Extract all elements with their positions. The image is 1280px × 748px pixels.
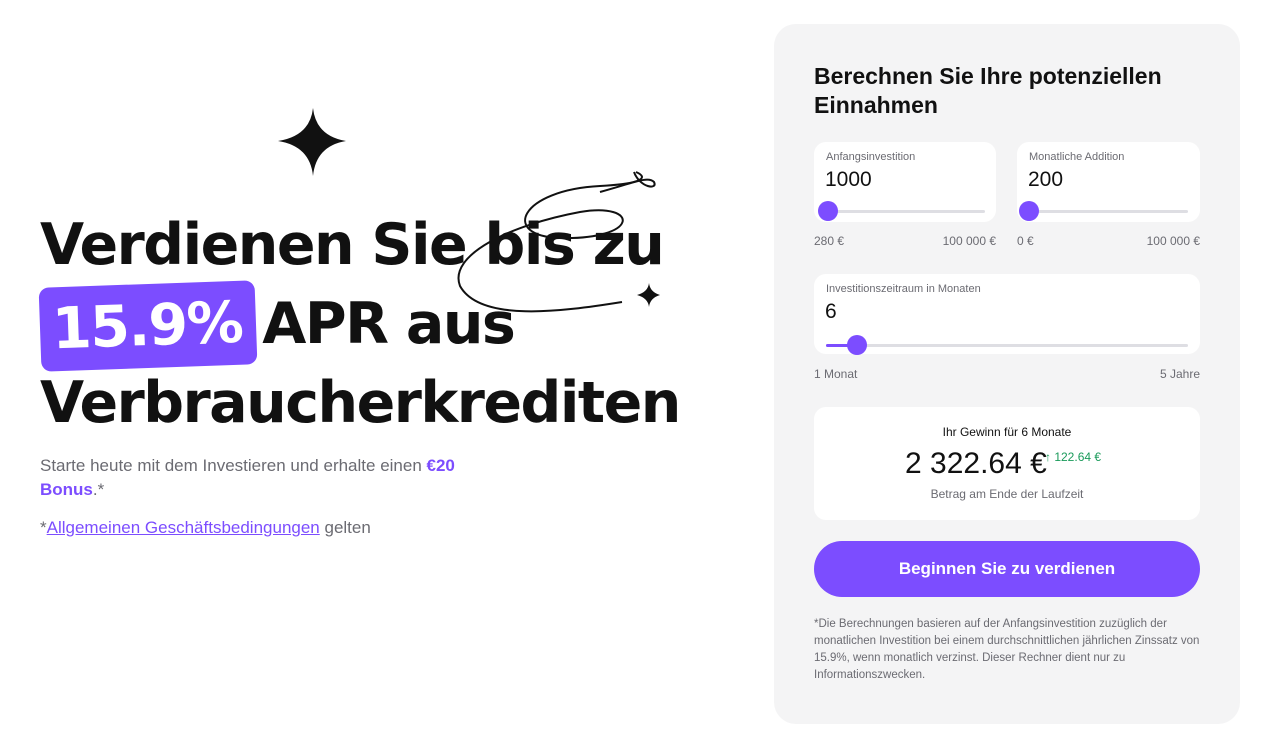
hero-headline: Verdienen Sie bis zu 15.9% APR aus Verbra… [38,208,681,440]
initial-investment-slider[interactable] [817,201,985,221]
headline-line-3: Verbraucherkrediten [40,370,681,436]
hero-section: Verdienen Sie bis zu 15.9% APR aus Verbra… [38,0,740,748]
headline-line-2-text: APR aus [262,291,516,357]
monthly-addition-value[interactable]: 200 [1028,168,1063,192]
calculator-disclaimer: *Die Berechnungen basieren auf der Anfan… [814,618,1200,681]
monthly-addition-field[interactable]: Monatliche Addition 200 [1017,142,1200,222]
period-value[interactable]: 6 [825,300,837,324]
headline-line-2: 15.9% APR aus [38,280,680,372]
calculator-panel: Berechnen Sie Ihre potenziellen Einnahme… [774,24,1240,724]
calculator-title: Berechnen Sie Ihre potenziellen Einnahme… [814,63,1162,118]
swirl-line [599,171,656,193]
terms-suffix: gelten [319,518,371,537]
period-slider-thumb[interactable] [846,335,867,355]
initial-investment-slider-thumb[interactable] [817,201,838,221]
initial-investment-min: 280 € [814,234,845,248]
hero-subtext: Starte heute mit dem Investieren und erh… [40,454,510,502]
terms-link[interactable]: Allgemeinen Geschäftsbedingungen [47,518,320,537]
monthly-addition-min: 0 € [1017,234,1034,248]
monthly-addition-max: 100 000 € [1146,234,1200,248]
initial-investment-value[interactable]: 1000 [825,168,872,192]
terms-prefix: * [40,518,47,537]
period-slider[interactable] [826,335,1188,355]
initial-investment-max: 100 000 € [942,234,996,248]
result-amount: 2 322.64 € [905,447,1047,480]
monthly-addition-label: Monatliche Addition [1029,151,1125,163]
initial-investment-field[interactable]: Anfangsinvestition 1000 [814,142,996,222]
period-max: 5 Jahre [1159,367,1200,381]
sparkle-icon [278,108,346,176]
result-card: Ihr Gewinn für 6 Monate 2 322.64 € ↑ 122… [814,407,1200,520]
period-min: 1 Monat [814,367,858,381]
headline-line-1: Verdienen Sie bis zu [40,212,665,278]
result-title: Ihr Gewinn für 6 Monate [942,425,1072,439]
result-gain: ↑ 122.64 € [1045,450,1102,464]
period-label: Investitionszeitraum in Monaten [826,283,981,295]
monthly-addition-slider-thumb[interactable] [1019,201,1039,221]
start-earning-button[interactable]: Beginnen Sie zu verdienen [814,541,1200,597]
period-field[interactable]: Investitionszeitraum in Monaten 6 [814,274,1200,355]
apr-badge: 15.9% [38,280,258,372]
result-note: Betrag am Ende der Laufzeit [930,487,1084,501]
subtext-prefix: Starte heute mit dem Investieren und erh… [40,456,427,475]
initial-investment-label: Anfangsinvestition [826,151,916,163]
monthly-addition-slider[interactable] [1019,201,1188,221]
terms-note: *Allgemeinen Geschäftsbedingungen gelten [40,516,371,540]
subtext-suffix: .* [92,480,105,499]
